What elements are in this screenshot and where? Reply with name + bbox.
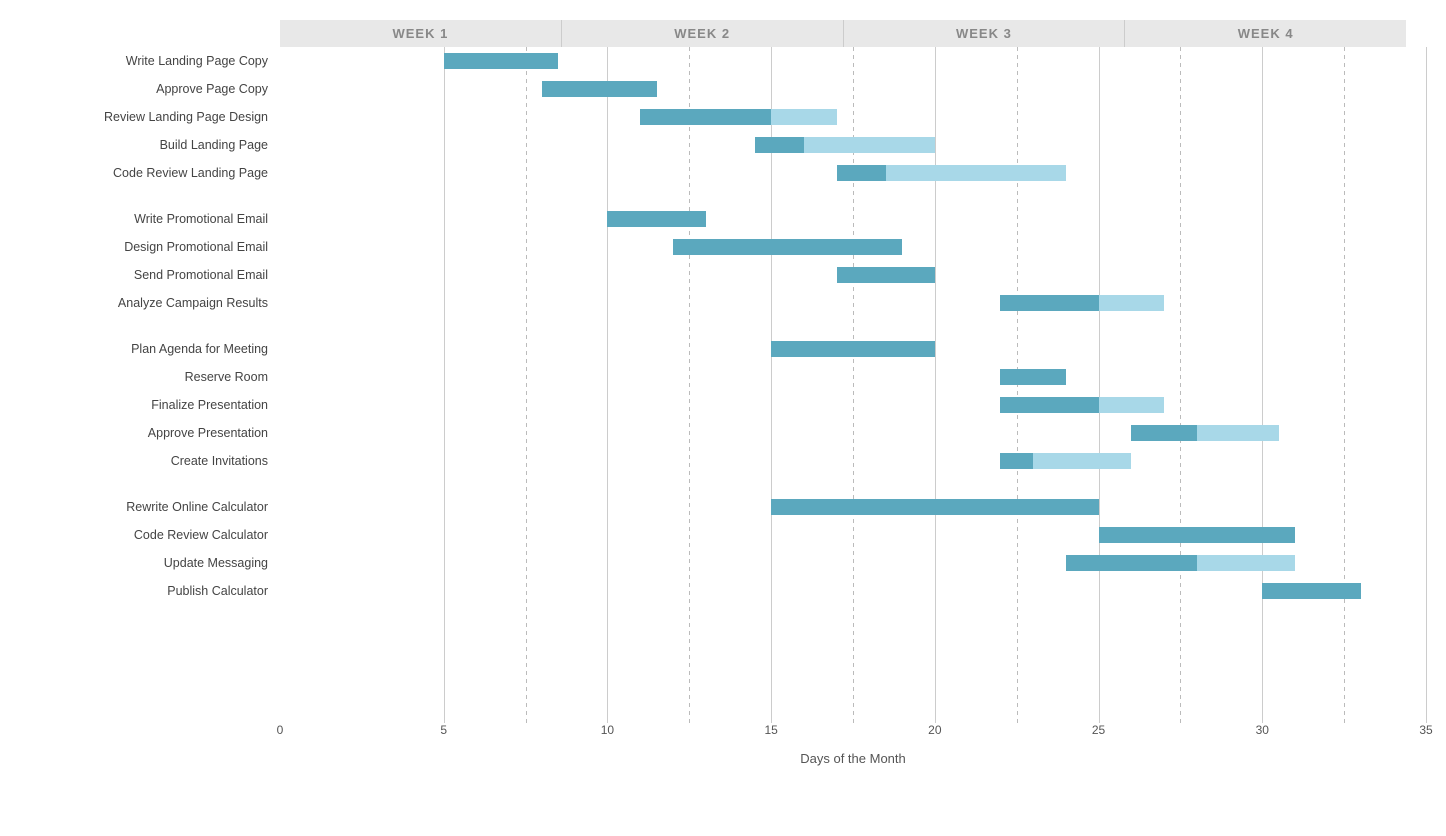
task-label: Analyze Campaign Results bbox=[20, 289, 280, 317]
x-tick-30: 30 bbox=[1256, 723, 1269, 737]
bar-light-segment bbox=[1099, 397, 1164, 413]
bar-row bbox=[280, 391, 1426, 419]
x-tick-15: 15 bbox=[764, 723, 777, 737]
bar-row bbox=[280, 131, 1426, 159]
bar-row bbox=[280, 233, 1426, 261]
group-spacer bbox=[20, 475, 280, 493]
chart-container: WEEK 1WEEK 2WEEK 3WEEK 4 Write Landing P… bbox=[0, 0, 1446, 836]
bar-light-segment bbox=[1033, 453, 1131, 469]
bar-row bbox=[280, 47, 1426, 75]
x-tick-5: 5 bbox=[440, 723, 447, 737]
task-label: Write Promotional Email bbox=[20, 205, 280, 233]
bar-light-segment bbox=[886, 165, 1066, 181]
bar-dark-segment bbox=[1262, 583, 1360, 599]
x-tick-35: 35 bbox=[1419, 723, 1432, 737]
bar-row bbox=[280, 261, 1426, 289]
x-axis-title: Days of the Month bbox=[280, 751, 1426, 766]
bar-row bbox=[280, 363, 1426, 391]
bar-dark-segment bbox=[837, 267, 935, 283]
bar-row bbox=[280, 289, 1426, 317]
task-label: Approve Page Copy bbox=[20, 75, 280, 103]
grid-line-day-35 bbox=[1426, 47, 1427, 723]
bar-dark-segment bbox=[1131, 425, 1196, 441]
bar-dark-segment bbox=[542, 81, 657, 97]
bar-dark-segment bbox=[771, 341, 935, 357]
bar-light-segment bbox=[804, 137, 935, 153]
week-label-4: WEEK 4 bbox=[1125, 20, 1406, 47]
task-label: Code Review Landing Page bbox=[20, 159, 280, 187]
bar-light-segment bbox=[771, 109, 836, 125]
task-label: Review Landing Page Design bbox=[20, 103, 280, 131]
week-header: WEEK 1WEEK 2WEEK 3WEEK 4 bbox=[280, 20, 1406, 47]
bar-dark-segment bbox=[1066, 555, 1197, 571]
x-tick-25: 25 bbox=[1092, 723, 1105, 737]
bar-row bbox=[280, 159, 1426, 187]
x-tick-0: 0 bbox=[277, 723, 284, 737]
bar-dark-segment bbox=[1000, 295, 1098, 311]
bar-dark-segment bbox=[1000, 453, 1033, 469]
group-spacer bbox=[20, 187, 280, 205]
task-label: Send Promotional Email bbox=[20, 261, 280, 289]
bar-dark-segment bbox=[607, 211, 705, 227]
bar-dark-segment bbox=[673, 239, 902, 255]
bar-dark-segment bbox=[444, 53, 559, 69]
x-tick-20: 20 bbox=[928, 723, 941, 737]
bar-dark-segment bbox=[1099, 527, 1295, 543]
x-tick-10: 10 bbox=[601, 723, 614, 737]
bar-dark-segment bbox=[755, 137, 804, 153]
bars-container bbox=[280, 47, 1426, 723]
bar-row bbox=[280, 75, 1426, 103]
task-label: Code Review Calculator bbox=[20, 521, 280, 549]
task-label: Finalize Presentation bbox=[20, 391, 280, 419]
bar-row bbox=[280, 205, 1426, 233]
bar-light-segment bbox=[1197, 555, 1295, 571]
bar-dark-segment bbox=[1000, 369, 1065, 385]
task-label: Build Landing Page bbox=[20, 131, 280, 159]
task-label: Update Messaging bbox=[20, 549, 280, 577]
bar-dark-segment bbox=[837, 165, 886, 181]
bar-light-segment bbox=[1197, 425, 1279, 441]
task-label: Rewrite Online Calculator bbox=[20, 493, 280, 521]
bar-row bbox=[280, 103, 1426, 131]
task-label: Create Invitations bbox=[20, 447, 280, 475]
task-labels: Write Landing Page CopyApprove Page Copy… bbox=[20, 47, 280, 723]
task-label: Plan Agenda for Meeting bbox=[20, 335, 280, 363]
bar-dark-segment bbox=[640, 109, 771, 125]
bar-dark-segment bbox=[771, 499, 1098, 515]
bar-light-segment bbox=[1099, 295, 1164, 311]
bar-row bbox=[280, 419, 1426, 447]
task-label: Write Landing Page Copy bbox=[20, 47, 280, 75]
bar-row bbox=[280, 549, 1426, 577]
bar-row bbox=[280, 447, 1426, 475]
group-spacer bbox=[20, 317, 280, 335]
week-label-2: WEEK 2 bbox=[562, 20, 844, 47]
week-label-1: WEEK 1 bbox=[280, 20, 562, 47]
bar-row bbox=[280, 335, 1426, 363]
bar-row bbox=[280, 493, 1426, 521]
task-label: Approve Presentation bbox=[20, 419, 280, 447]
task-label: Publish Calculator bbox=[20, 577, 280, 605]
bar-dark-segment bbox=[1000, 397, 1098, 413]
task-label: Design Promotional Email bbox=[20, 233, 280, 261]
week-label-3: WEEK 3 bbox=[844, 20, 1126, 47]
chart-plot-area bbox=[280, 47, 1426, 723]
bar-row bbox=[280, 577, 1426, 605]
task-label: Reserve Room bbox=[20, 363, 280, 391]
x-axis-labels: 05101520253035 bbox=[280, 723, 1426, 747]
bar-row bbox=[280, 521, 1426, 549]
